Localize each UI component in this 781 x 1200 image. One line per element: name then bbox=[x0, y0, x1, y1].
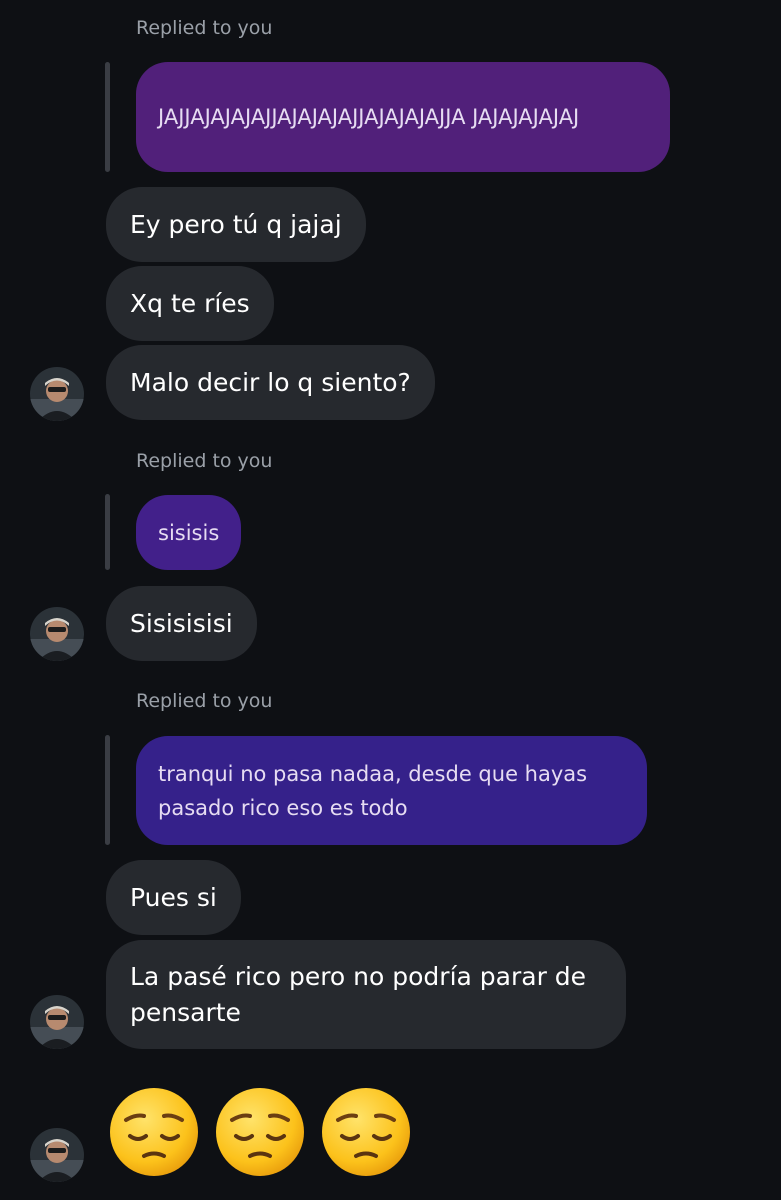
quote-bar bbox=[105, 62, 110, 172]
message-text: Pues si bbox=[130, 882, 217, 912]
sender-avatar[interactable] bbox=[30, 1128, 84, 1182]
replied-to-you-label: Replied to you bbox=[136, 17, 273, 39]
message-text: Xq te ríes bbox=[130, 288, 250, 318]
quoted-message-bubble[interactable]: sisisis bbox=[136, 495, 242, 570]
pensive-face-icon bbox=[216, 1088, 304, 1176]
incoming-message-bubble[interactable]: Malo decir lo q siento? bbox=[106, 345, 435, 420]
incoming-message-bubble[interactable]: Ey pero tú q jajaj bbox=[106, 187, 366, 262]
sender-avatar[interactable] bbox=[30, 367, 84, 421]
avatar-image bbox=[30, 995, 84, 1049]
quoted-message-text: sisisis bbox=[158, 520, 220, 545]
incoming-message-bubble[interactable]: Sisisisisi bbox=[106, 586, 257, 661]
message-text: Ey pero tú q jajaj bbox=[130, 209, 342, 239]
quote-bar bbox=[105, 735, 110, 845]
sender-avatar[interactable] bbox=[30, 995, 84, 1049]
pensive-face-icon bbox=[110, 1088, 198, 1176]
quoted-message-bubble[interactable]: JAJJAJAJAJAJJAJAJAJAJJAJAJAJAJJA JAJAJAJ… bbox=[136, 62, 670, 172]
incoming-message-bubble[interactable]: La pasé rico pero no podría parar de pen… bbox=[106, 940, 626, 1049]
quoted-message-bubble[interactable]: tranqui no pasa nadaa, desde que hayas p… bbox=[136, 736, 647, 845]
replied-to-you-label: Replied to you bbox=[136, 690, 273, 712]
avatar-image bbox=[30, 607, 84, 661]
pensive-face-icon bbox=[322, 1088, 410, 1176]
emoji-message[interactable] bbox=[108, 1086, 412, 1178]
avatar-image bbox=[30, 1128, 84, 1182]
avatar-image bbox=[30, 367, 84, 421]
replied-to-you-label: Replied to you bbox=[136, 450, 273, 472]
quote-bar bbox=[105, 494, 110, 570]
message-text: La pasé rico pero no podría parar de pen… bbox=[130, 961, 587, 1027]
message-text: Malo decir lo q siento? bbox=[130, 367, 411, 397]
quoted-message-text: JAJJAJAJAJAJJAJAJAJAJJAJAJAJAJJA JAJAJAJ… bbox=[158, 105, 580, 129]
message-text: Sisisisisi bbox=[130, 608, 233, 638]
quoted-message-text: tranqui no pasa nadaa, desde que hayas p… bbox=[158, 761, 588, 820]
incoming-message-bubble[interactable]: Xq te ríes bbox=[106, 266, 274, 341]
incoming-message-bubble[interactable]: Pues si bbox=[106, 860, 241, 935]
sender-avatar[interactable] bbox=[30, 607, 84, 661]
message-thread: Replied to you JAJJAJAJAJAJJAJAJAJAJJAJA… bbox=[0, 0, 781, 1200]
